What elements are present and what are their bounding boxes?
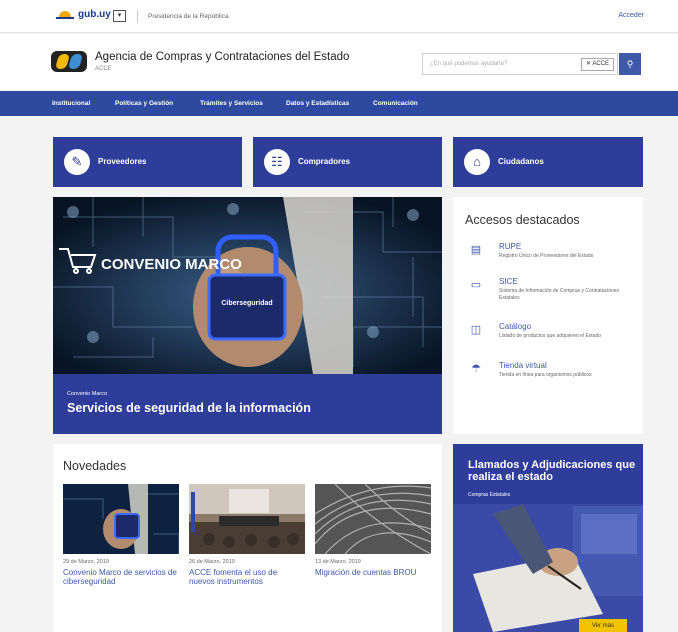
gub-brand-text: gub.uy — [78, 9, 111, 20]
access-item-desc: Sistema de Información de Compras y Cont… — [499, 288, 620, 301]
category-label: Proveedores — [98, 157, 147, 166]
divider — [137, 10, 138, 23]
news-section: Novedades 29 de Marzo, 2019 Convenio Mar… — [53, 444, 442, 632]
org-abbreviation: ACCE — [95, 66, 112, 72]
calls-awards-title: Llamados y Adjudicaciones que realiza el… — [468, 459, 636, 483]
catalog-icon: ◫ — [470, 324, 482, 336]
access-item-name: Tienda virtual — [499, 361, 547, 370]
access-item-desc: Listado de productos que adquieren el Es… — [499, 333, 602, 339]
news-item[interactable]: 26 de Marzo, 2019 ACCE fomenta el uso de… — [189, 484, 305, 586]
nav-item-institucional[interactable]: Institucional — [52, 100, 90, 107]
news-title[interactable]: Convenio Marco de servicios de cibersegu… — [63, 568, 179, 586]
calls-awards-panel[interactable]: Llamados y Adjudicaciones que realiza el… — [453, 444, 643, 632]
main-nav: Institucional Políticas y Gestión Trámit… — [0, 91, 678, 116]
site-header: Agencia de Compras y Contrataciones del … — [0, 34, 678, 90]
category-card-compradores[interactable]: ☷ Compradores — [253, 137, 442, 187]
see-more-button[interactable]: Ver más — [579, 619, 627, 632]
access-item-name: Catálogo — [499, 322, 532, 331]
news-date: 26 de Marzo, 2019 — [189, 559, 235, 565]
shopping-basket-icon: ☷ — [264, 149, 290, 175]
access-item-desc: Registro Único de Proveedores del Estado — [499, 253, 594, 259]
nav-item-tramites[interactable]: Trámites y Servicios — [200, 100, 263, 107]
gub-logo[interactable]: gub.uy — [56, 9, 111, 20]
document-pen-icon: ✎ — [64, 149, 90, 175]
circuit-hand-illustration: Ciberseguridad CONVENIO MARCO — [53, 197, 442, 374]
news-image — [63, 484, 179, 554]
nav-item-comunicacion[interactable]: Comunicación — [373, 100, 418, 107]
monitor-icon: ▭ — [470, 279, 482, 291]
hero-title[interactable]: Servicios de seguridad de la información — [67, 401, 311, 415]
sun-icon — [56, 9, 74, 20]
presidency-link[interactable]: Presidencia de la República — [148, 13, 229, 20]
news-image — [189, 484, 305, 554]
search-input[interactable]: ¿En qué podemos ayudarte? ✕ ACCE — [422, 53, 618, 75]
news-title[interactable]: ACCE fomenta el uso de nuevos instrument… — [189, 568, 305, 586]
chevron-down-icon[interactable]: ▾ — [113, 10, 126, 22]
category-card-proveedores[interactable]: ✎ Proveedores — [53, 137, 242, 187]
search-button[interactable]: ⚲ — [619, 53, 641, 75]
category-label: Ciudadanos — [498, 157, 544, 166]
access-item-name: SICE — [499, 277, 518, 286]
shopping-cart-icon: ☂ — [471, 363, 481, 375]
access-item-name: RUPE — [499, 242, 522, 251]
briefcase-icon: ▤ — [470, 244, 482, 256]
nav-item-politicas[interactable]: Políticas y Gestión — [115, 100, 173, 107]
nav-item-datos[interactable]: Datos y Estadísticas — [286, 100, 349, 107]
access-item-desc: Tienda en línea para organismos públicos — [499, 372, 592, 378]
category-label: Compradores — [298, 157, 351, 166]
hero-banner[interactable]: Ciberseguridad CONVENIO MARCO Convenio M… — [53, 197, 442, 434]
cybersecurity-badge-text: Ciberseguridad — [221, 300, 272, 307]
category-card-ciudadanos[interactable]: ⌂ Ciudadanos — [453, 137, 643, 187]
featured-access-title: Accesos destacados — [465, 213, 580, 227]
hero-kicker: Convenio Marco — [67, 391, 108, 397]
news-item[interactable]: 29 de Marzo, 2019 Convenio Marco de serv… — [63, 484, 179, 586]
featured-access-panel: Accesos destacados ▤ RUPE Registro Único… — [453, 197, 643, 434]
news-title[interactable]: Migración de cuentas BROU — [315, 568, 431, 577]
search-scope-chip[interactable]: ✕ ACCE — [580, 58, 614, 71]
news-image — [315, 484, 431, 554]
acce-logo[interactable] — [51, 51, 87, 72]
hero-image-text: CONVENIO MARCO — [101, 256, 242, 273]
news-item[interactable]: 13 de Marzo, 2019 Migración de cuentas B… — [315, 484, 431, 577]
search-icon: ⚲ — [626, 59, 634, 69]
news-date: 13 de Marzo, 2019 — [315, 559, 361, 565]
hero-image: Ciberseguridad CONVENIO MARCO — [53, 197, 442, 374]
gub-top-bar: gub.uy ▾ Presidencia de la República Acc… — [0, 0, 678, 33]
news-section-title: Novedades — [63, 459, 127, 473]
search-scope-label: ACCE — [592, 61, 609, 67]
org-name[interactable]: Agencia de Compras y Contrataciones del … — [95, 51, 349, 63]
calls-awards-subtitle: Compras Estatales — [468, 492, 511, 498]
login-link[interactable]: Acceder — [618, 12, 644, 19]
news-date: 29 de Marzo, 2019 — [63, 559, 109, 565]
building-icon: ⌂ — [464, 149, 490, 175]
search-placeholder: ¿En qué podemos ayudarte? — [430, 61, 508, 67]
